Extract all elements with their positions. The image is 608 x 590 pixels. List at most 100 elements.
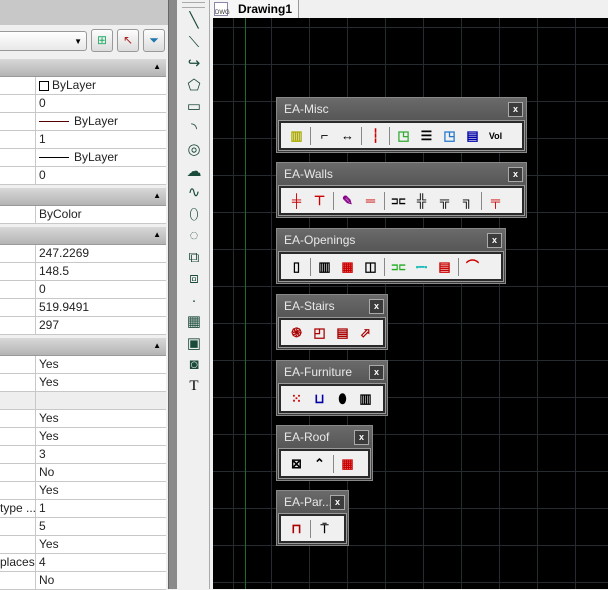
dimension-icon[interactable]: ↔ <box>336 127 359 145</box>
property-value[interactable]: 0 <box>36 167 166 184</box>
table-icon[interactable]: ▤ <box>461 127 484 145</box>
rafters-icon[interactable]: ▦ <box>336 455 359 473</box>
property-row[interactable] <box>0 392 166 410</box>
object-type-dropdown[interactable]: ▼ <box>0 31 87 51</box>
property-row[interactable]: type ... 1 <box>0 500 166 518</box>
property-value[interactable]: ByLayer <box>36 113 166 130</box>
stove-icon[interactable]: ⁙ <box>285 390 308 408</box>
collapse-icon[interactable]: ▲ <box>153 230 161 239</box>
window-split-icon[interactable]: ◫ <box>359 258 382 276</box>
wall-join-icon[interactable]: ═ <box>359 192 382 210</box>
property-row[interactable]: 5 <box>0 518 166 536</box>
line-icon[interactable]: ╲ <box>182 10 206 32</box>
property-row[interactable]: 297 <box>0 317 166 335</box>
drawing-canvas[interactable]: EA-Misc x ▥ ⌐ ↔ ┆ ◳ ☰ ◳ ▤ Vol EA-Walls x ╪ ⊤ ✎ ═ ⊐⊏ ╬ ╦ ╗ ╤ EA… <box>213 18 608 589</box>
spiral-stair-icon[interactable]: ֍ <box>285 324 308 342</box>
property-row[interactable]: 0 <box>0 167 166 185</box>
window-grid-icon[interactable]: ▦ <box>336 258 359 276</box>
panel-scrollbar[interactable] <box>168 0 177 589</box>
palette-title[interactable]: EA-Furniture x <box>279 363 385 382</box>
close-icon[interactable]: x <box>369 365 384 380</box>
property-value[interactable]: ByLayer <box>36 149 166 166</box>
tab-drawing1[interactable]: DWG Drawing1 <box>210 0 300 18</box>
close-icon[interactable]: x <box>354 430 369 445</box>
property-row[interactable]: Yes <box>0 536 166 554</box>
collapse-icon[interactable]: ▲ <box>153 191 161 200</box>
palette-ea-par[interactable]: EA-Par... x ⊓ ⍑ <box>276 490 349 546</box>
rectangle-icon[interactable]: ▭ <box>182 96 206 118</box>
palette-title[interactable]: EA-Stairs x <box>279 297 385 316</box>
property-row[interactable]: ByLayer <box>0 113 166 131</box>
polygon-icon[interactable]: ⬠ <box>182 75 206 97</box>
region-icon[interactable]: ◙ <box>182 354 206 376</box>
roof-plan-icon[interactable]: ⊠ <box>285 455 308 473</box>
quick-select-button[interactable]: ⏷ <box>143 29 165 52</box>
property-value[interactable]: 0 <box>36 95 166 112</box>
roof-gable-icon[interactable]: ⌃ <box>308 455 331 473</box>
property-value[interactable] <box>36 392 166 409</box>
tag-blue-icon[interactable]: ◳ <box>438 127 461 145</box>
property-value[interactable]: 3 <box>36 446 166 463</box>
point-icon[interactable]: · <box>182 290 206 312</box>
wall-brush-icon[interactable]: ✎ <box>336 192 359 210</box>
sofa-icon[interactable]: ⊔ <box>308 390 331 408</box>
multiline-text-icon[interactable]: T <box>182 376 206 398</box>
wall-multi-icon[interactable]: ╤ <box>484 192 507 210</box>
toggle-pickadd-button[interactable]: ⊞ <box>91 29 113 52</box>
property-value[interactable]: 247.2269 <box>36 245 166 262</box>
section-header[interactable]: ▲ <box>0 188 166 206</box>
palette-title[interactable]: EA-Roof x <box>279 428 370 447</box>
wall-tee-icon[interactable]: ╦ <box>433 192 456 210</box>
close-icon[interactable]: x <box>487 233 502 248</box>
palette-ea-stairs[interactable]: EA-Stairs x ֍ ◰ ▤ ⬀ <box>276 294 388 350</box>
section-header[interactable]: ▲ <box>0 227 166 245</box>
property-value[interactable]: 519.9491 <box>36 299 166 316</box>
property-value[interactable]: 1 <box>36 500 166 517</box>
l-stair-icon[interactable]: ◰ <box>308 324 331 342</box>
arc-icon[interactable]: ◝ <box>182 118 206 140</box>
property-row[interactable]: Yes <box>0 428 166 446</box>
property-value[interactable]: ByColor <box>36 206 166 223</box>
revision-cloud-icon[interactable]: ☁ <box>182 161 206 183</box>
shutter-icon[interactable]: ▤ <box>433 258 456 276</box>
property-value[interactable]: Yes <box>36 482 166 499</box>
circle-icon[interactable]: ◎ <box>182 139 206 161</box>
rectangle-area-icon[interactable]: ⌐ <box>313 127 336 145</box>
door-icon[interactable]: ▯ <box>285 258 308 276</box>
property-value[interactable]: No <box>36 464 166 481</box>
property-value[interactable]: Yes <box>36 536 166 553</box>
straight-stair-icon[interactable]: ▤ <box>331 324 354 342</box>
property-row[interactable]: 519.9491 <box>0 299 166 317</box>
property-row[interactable]: 148.5 <box>0 263 166 281</box>
collapse-icon[interactable]: ▲ <box>153 62 161 71</box>
section-header[interactable]: ▲ <box>0 59 166 77</box>
property-row[interactable]: 247.2269 <box>0 245 166 263</box>
property-value[interactable]: Yes <box>36 428 166 445</box>
property-row[interactable]: ByLayer <box>0 149 166 167</box>
property-row[interactable]: No <box>0 572 166 590</box>
tag-green-icon[interactable]: ◳ <box>392 127 415 145</box>
palette-title[interactable]: EA-Openings x <box>279 231 503 250</box>
property-row[interactable]: Yes <box>0 374 166 392</box>
insert-block-icon[interactable]: ⧉ <box>182 247 206 269</box>
property-value[interactable]: Yes <box>36 356 166 373</box>
property-value[interactable]: 5 <box>36 518 166 535</box>
property-row[interactable]: ByColor <box>0 206 166 224</box>
ellipse-icon[interactable]: ⬯ <box>182 204 206 226</box>
wall-cross-icon[interactable]: ╬ <box>410 192 433 210</box>
property-row[interactable]: Yes <box>0 356 166 374</box>
palette-ea-furniture[interactable]: EA-Furniture x ⁙ ⊔ ⬮ ▥ <box>276 360 388 416</box>
property-value[interactable]: 148.5 <box>36 263 166 280</box>
property-value[interactable]: No <box>36 572 166 589</box>
opening-cyan-icon[interactable]: ▪━▪ <box>410 258 433 276</box>
palette-ea-misc[interactable]: EA-Misc x ▥ ⌐ ↔ ┆ ◳ ☰ ◳ ▤ Vol <box>276 97 527 153</box>
property-row[interactable]: 1 <box>0 131 166 149</box>
room-icon[interactable]: ▥ <box>285 127 308 145</box>
palette-title[interactable]: EA-Walls x <box>279 165 524 184</box>
opening-icon[interactable]: ⊐⊏ <box>387 258 410 276</box>
select-objects-button[interactable]: ↖ <box>117 29 139 52</box>
property-row[interactable]: Yes <box>0 482 166 500</box>
palette-title[interactable]: EA-Misc x <box>279 100 524 119</box>
wall-corner-icon[interactable]: ╗ <box>456 192 479 210</box>
close-icon[interactable]: x <box>508 167 523 182</box>
